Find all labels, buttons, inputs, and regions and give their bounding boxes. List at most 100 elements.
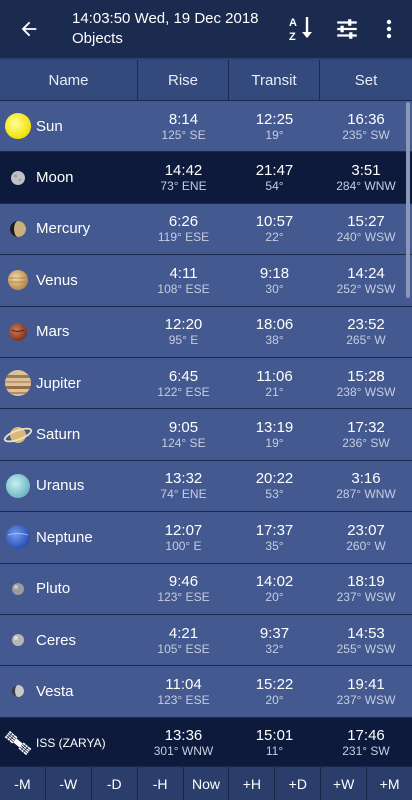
table-row[interactable]: Jupiter 6:45 122° ESE 11:06 21° 15:28 238° …	[0, 356, 412, 409]
column-header-set[interactable]: Set	[320, 60, 412, 100]
set-azimuth: 284° WNW	[336, 179, 396, 194]
plus-week-button[interactable]: +W	[321, 767, 368, 800]
rise-azimuth: 123° ESE	[157, 590, 210, 605]
transit-time: 20:22	[255, 470, 294, 488]
object-name: Uranus	[36, 477, 85, 495]
rise-time: 14:42	[164, 162, 203, 180]
object-name: Venus	[36, 271, 78, 289]
mercury-icon	[3, 214, 33, 244]
rise-time: 6:26	[168, 213, 199, 231]
table-row[interactable]: Neptune 12:07 100° E 17:37 35° 23:07 260° W	[0, 511, 412, 563]
rise-time: 4:21	[168, 624, 199, 642]
neptune-icon	[3, 522, 33, 552]
column-header-transit[interactable]: Transit	[229, 60, 320, 100]
set-time: 16:36	[347, 110, 385, 128]
ceres-icon	[3, 625, 33, 655]
rise-time: 9:46	[168, 573, 199, 591]
set-time: 14:24	[347, 264, 385, 282]
pluto-icon	[3, 574, 33, 604]
svg-text:A: A	[289, 17, 297, 29]
uranus-icon	[3, 471, 33, 501]
transit-time: 11:06	[256, 367, 293, 385]
app-bar: 14:03:50 Wed, 19 Dec 2018 Objects A Z	[0, 0, 412, 58]
plus-hour-button[interactable]: +H	[229, 767, 276, 800]
jupiter-icon	[3, 368, 33, 398]
rise-time: 12:20	[164, 316, 203, 334]
set-azimuth: 237° WSW	[336, 692, 396, 707]
table-row[interactable]: Pluto 9:46 123° ESE 14:02 20° 18:19 237° WS…	[0, 562, 412, 614]
rise-time: 13:36	[164, 727, 203, 745]
set-time: 15:28	[347, 367, 385, 385]
rise-azimuth: 122° ESE	[157, 384, 210, 399]
sort-az-icon[interactable]: A Z	[284, 12, 318, 46]
minus-month-button[interactable]: -M	[0, 767, 46, 800]
transit-altitude: 22°	[265, 230, 284, 245]
object-name: Sun	[36, 117, 63, 135]
app-title: 14:03:50 Wed, 19 Dec 2018 Objects	[72, 9, 259, 49]
set-azimuth: 231° SW	[342, 744, 390, 759]
transit-time: 21:47	[255, 162, 294, 180]
set-time: 19:41	[347, 675, 385, 693]
transit-time: 9:18	[259, 264, 290, 282]
rise-azimuth: 124° SE	[161, 436, 206, 451]
more-vert-icon[interactable]	[372, 12, 406, 46]
mars-icon	[3, 317, 33, 347]
table-row[interactable]: Ceres 4:21 105° ESE 9:37 32° 14:53 255° WSW	[0, 613, 412, 666]
datetime-label[interactable]: 14:03:50 Wed, 19 Dec 2018	[72, 9, 259, 29]
rise-time: 12:07	[164, 521, 203, 539]
time-step-bar: -M -W -D -H Now +H +D +W +M	[0, 766, 412, 800]
rise-azimuth: 125° SE	[161, 127, 206, 142]
sun-icon	[3, 111, 33, 141]
rise-azimuth: 301° WNW	[153, 744, 214, 759]
table-row[interactable]: Venus 4:11 108° ESE 9:18 30° 14:24 252° WSW	[0, 254, 412, 306]
table-row[interactable]: Mercury 6:26 119° ESE 10:57 22° 15:27 240° …	[0, 202, 412, 255]
object-name: Mars	[36, 323, 70, 341]
minus-week-button[interactable]: -W	[46, 767, 92, 800]
set-time: 17:32	[347, 419, 385, 437]
set-azimuth: 235° SW	[342, 127, 390, 142]
svg-text:Z: Z	[289, 31, 296, 43]
object-name: Moon	[36, 169, 74, 187]
plus-day-button[interactable]: +D	[275, 767, 322, 800]
rise-azimuth: 73° ENE	[160, 179, 207, 194]
transit-time: 14:02	[255, 573, 294, 591]
rise-azimuth: 105° ESE	[157, 641, 210, 656]
table-row[interactable]: Sun 8:14 125° SE 12:25 19° 16:36 235° SW	[0, 100, 412, 152]
transit-time: 13:19	[255, 419, 294, 437]
table-row[interactable]: Vesta 11:04 123° ESE 15:22 20° 19:41 237° W…	[0, 665, 412, 717]
transit-altitude: 21°	[265, 384, 284, 399]
scrollbar[interactable]	[406, 102, 410, 298]
set-time: 15:27	[347, 213, 385, 231]
rise-azimuth: 74° ENE	[160, 487, 207, 502]
column-header-rise[interactable]: Rise	[138, 60, 229, 100]
object-name: ISS (ZARYA)	[36, 735, 106, 750]
table-row[interactable]: Uranus 13:32 74° ENE 20:22 53° 3:16 287° WN…	[0, 459, 412, 512]
rise-azimuth: 123° ESE	[157, 692, 210, 707]
table-row[interactable]: Saturn 9:05 124° SE 13:19 19° 17:32 236° SW	[0, 408, 412, 460]
set-time: 18:19	[347, 573, 385, 591]
vesta-icon	[3, 676, 33, 706]
moon-icon	[3, 163, 33, 193]
set-azimuth: 240° WSW	[336, 230, 396, 245]
rise-time: 11:04	[165, 675, 202, 693]
set-time: 3:51	[351, 162, 381, 180]
set-azimuth: 236° SW	[342, 436, 390, 451]
table-row[interactable]: Mars 12:20 95° E 18:06 38° 23:52 265° W	[0, 305, 412, 357]
column-header-name[interactable]: Name	[0, 60, 138, 100]
object-name: Vesta	[36, 682, 74, 700]
filter-sliders-icon[interactable]	[330, 12, 364, 46]
rise-azimuth: 100° E	[165, 538, 202, 553]
now-button[interactable]: Now	[184, 767, 230, 800]
plus-month-button[interactable]: +M	[367, 767, 412, 800]
set-azimuth: 237° WSW	[336, 590, 396, 605]
transit-altitude: 20°	[265, 590, 284, 605]
rise-time: 8:14	[168, 110, 199, 128]
minus-hour-button[interactable]: -H	[138, 767, 184, 800]
set-azimuth: 260° W	[346, 538, 386, 553]
table-row[interactable]: ISS (ZARYA) 13:36 301° WNW 15:01 11° 17:46…	[0, 716, 412, 769]
minus-day-button[interactable]: -D	[92, 767, 138, 800]
rise-time: 4:11	[169, 264, 198, 282]
table-row[interactable]: Moon 14:42 73° ENE 21:47 54° 3:51 284° WNW	[0, 151, 412, 203]
rise-time: 9:05	[168, 419, 199, 437]
back-arrow-icon[interactable]	[14, 14, 44, 44]
